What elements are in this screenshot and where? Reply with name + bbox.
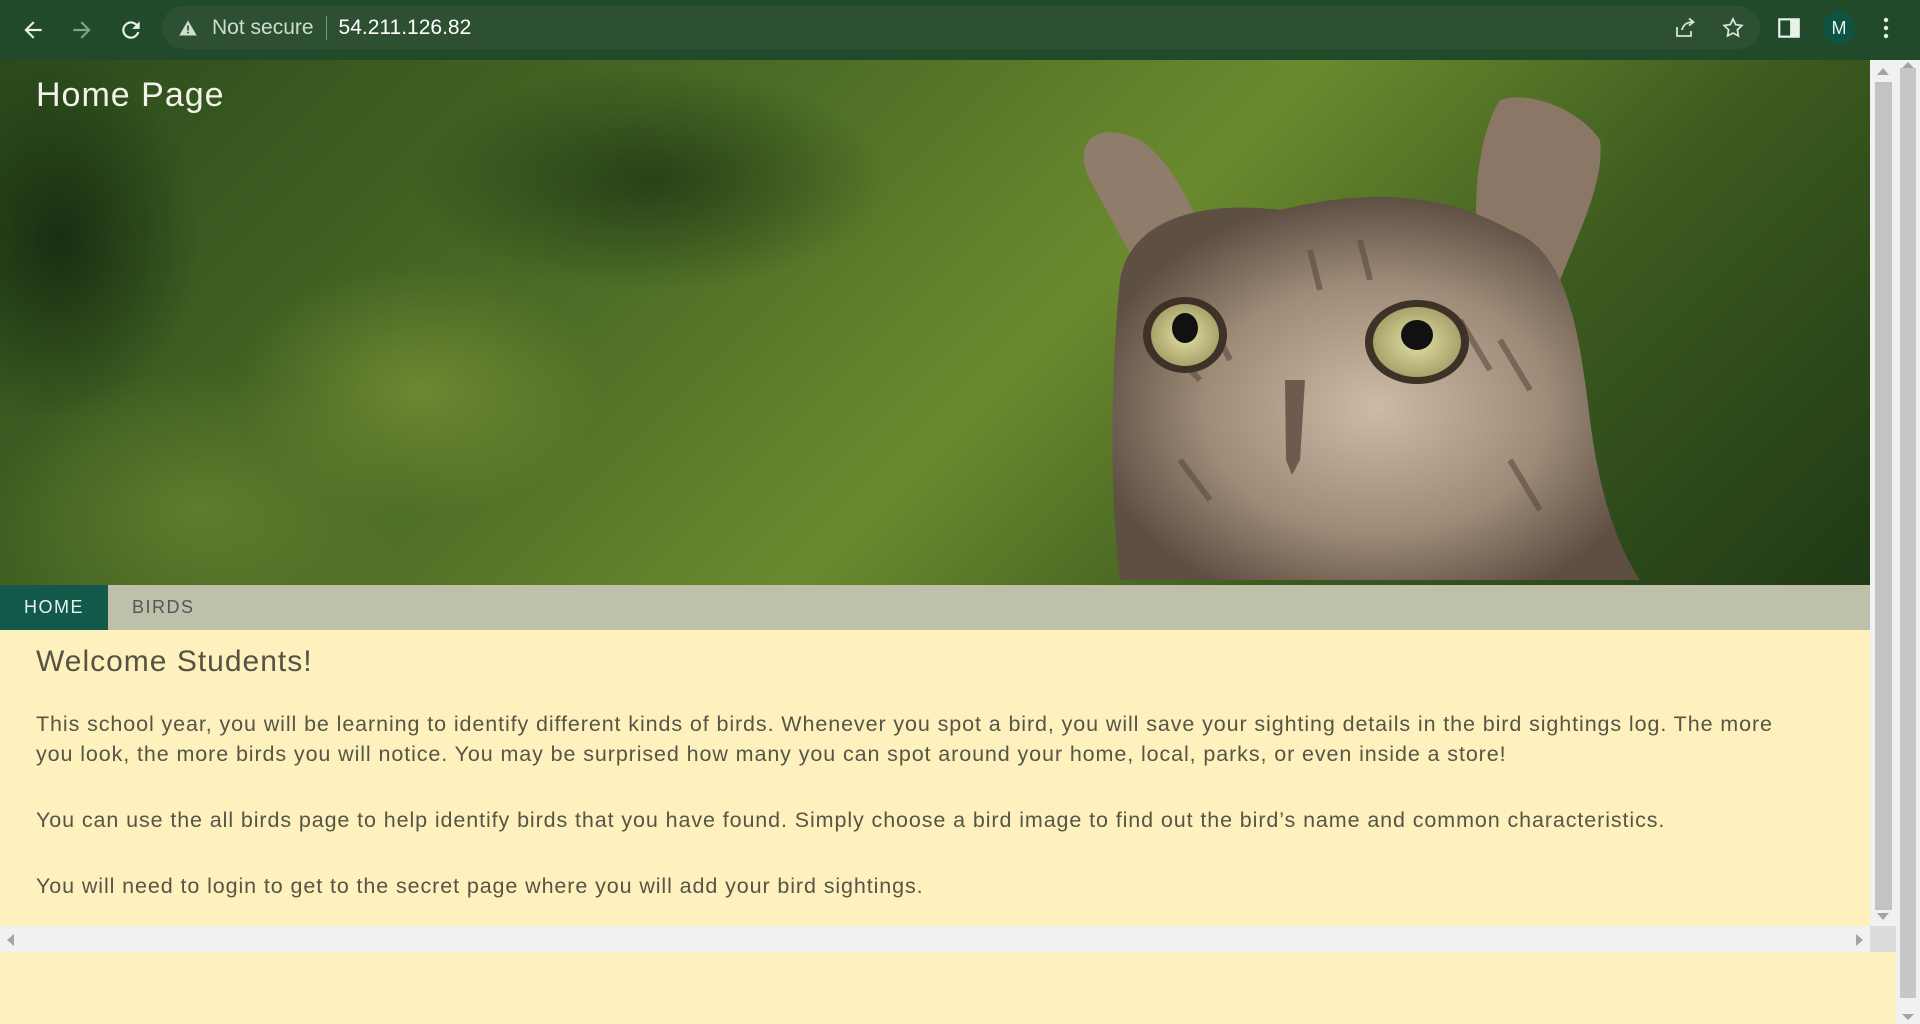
hero-banner: Home Page	[0, 60, 1870, 585]
page-viewport: Home Page HOME BIRDS Welcome Students! T…	[0, 60, 1870, 926]
omnibox-actions	[1672, 6, 1746, 49]
address-bar[interactable]: Not secure 54.211.126.82	[162, 6, 1760, 49]
star-icon[interactable]	[1720, 15, 1746, 41]
divider	[325, 15, 327, 40]
scrollbar-corner	[1870, 926, 1896, 952]
back-arrow-icon	[23, 21, 42, 39]
vertical-scrollbar[interactable]	[1870, 60, 1896, 926]
intro-paragraph: This school year, you will be learning t…	[36, 712, 1773, 766]
scroll-left-arrow[interactable]	[7, 934, 14, 946]
profile-avatar[interactable]: M	[1823, 12, 1855, 44]
scrollbar-thumb[interactable]	[1875, 82, 1892, 910]
scroll-right-arrow[interactable]	[1856, 934, 1863, 946]
browser-toolbar: Not secure 54.211.126.82 M	[0, 0, 1920, 60]
forward-arrow-icon	[72, 21, 91, 39]
main-nav: HOME BIRDS	[0, 585, 1870, 630]
window-scroll-down-arrow[interactable]	[1902, 1014, 1914, 1020]
url-text[interactable]: 54.211.126.82	[339, 16, 472, 40]
hero-title: Home Page	[36, 76, 225, 114]
nav-home[interactable]: HOME	[0, 585, 108, 630]
window-scrollbar-thumb[interactable]	[1900, 68, 1916, 998]
window-scrollbar[interactable]	[1896, 60, 1920, 1024]
forward-button[interactable]	[57, 8, 106, 52]
side-panel-icon[interactable]	[1776, 15, 1802, 41]
login-paragraph: You will need to login to get to the sec…	[36, 874, 924, 898]
back-button[interactable]	[8, 8, 57, 52]
security-label[interactable]: Not secure	[212, 16, 314, 40]
scroll-down-arrow[interactable]	[1877, 913, 1889, 920]
page-background	[0, 952, 1896, 1024]
scroll-up-arrow[interactable]	[1877, 68, 1889, 75]
reload-button[interactable]	[106, 8, 155, 52]
nav-birds[interactable]: BIRDS	[108, 585, 219, 630]
horizontal-scrollbar[interactable]	[0, 926, 1870, 952]
share-icon[interactable]	[1672, 15, 1698, 41]
more-vert-icon[interactable]	[1876, 14, 1896, 42]
page-heading: Welcome Students!	[36, 645, 313, 678]
main-content: Welcome Students! This school year, you …	[36, 645, 1816, 926]
reload-icon	[121, 21, 140, 39]
owl-image	[1083, 97, 1640, 580]
warning-icon	[178, 17, 200, 39]
birds-page-paragraph: You can use the all birds page to help i…	[36, 808, 1666, 832]
